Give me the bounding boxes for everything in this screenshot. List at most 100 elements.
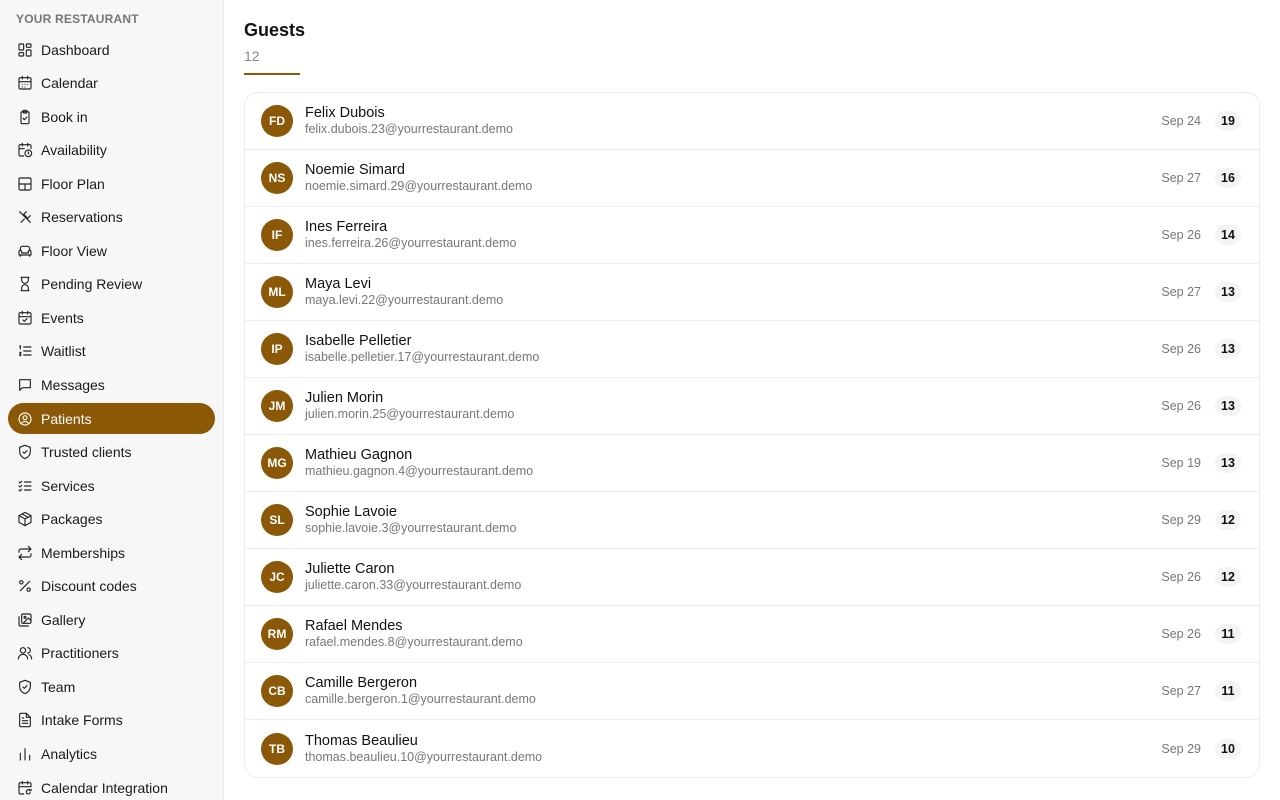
- sidebar-item-discount-codes[interactable]: Discount codes: [8, 571, 215, 602]
- guest-name: Juliette Caron: [305, 561, 395, 577]
- sidebar-item-label: Packages: [41, 511, 103, 528]
- guest-email: julien.morin.25@yourrestaurant.demo: [305, 407, 515, 421]
- layout-icon: [16, 175, 33, 192]
- guest-email: ines.ferreira.26@yourrestaurant.demo: [305, 236, 517, 250]
- guest-row[interactable]: IF Ines Ferreira ines.ferreira.26@yourrest…: [245, 207, 1259, 264]
- calendar-check-icon: [16, 309, 33, 326]
- last-visit-date: Sep 26: [1161, 342, 1201, 356]
- guest-info: Rafael Mendes rafael.mendes.8@yourrestaur…: [305, 618, 1259, 650]
- guest-row[interactable]: RM Rafael Mendes rafael.mendes.8@yourresta…: [245, 606, 1259, 663]
- guest-row[interactable]: IP Isabelle Pelletier isabelle.pelletier.1…: [245, 321, 1259, 378]
- guest-row[interactable]: CB Camille Bergeron camille.bergeron.1@you…: [245, 663, 1259, 720]
- list-ordered-icon: [16, 343, 33, 360]
- sidebar-item-floor-view[interactable]: Floor View: [8, 235, 215, 266]
- user-circle-icon: [16, 410, 33, 427]
- sidebar-item-events[interactable]: Events: [8, 302, 215, 333]
- guest-email: maya.levi.22@yourrestaurant.demo: [305, 293, 504, 307]
- visit-count-badge: 13: [1215, 396, 1241, 416]
- avatar: RM: [261, 618, 293, 650]
- sidebar-item-label: Events: [41, 309, 84, 326]
- avatar: IP: [261, 333, 293, 365]
- sidebar-item-label: Messages: [41, 376, 105, 393]
- guest-info: Ines Ferreira ines.ferreira.26@yourrestau…: [305, 219, 1259, 251]
- guest-row[interactable]: ML Maya Levi maya.levi.22@yourrestaurant.d…: [245, 264, 1259, 321]
- sidebar-item-pending-review[interactable]: Pending Review: [8, 269, 215, 300]
- sidebar-item-label: Analytics: [41, 745, 98, 762]
- sidebar-item-analytics[interactable]: Analytics: [8, 738, 215, 769]
- sidebar-item-label: Calendar Integration: [41, 779, 168, 796]
- guest-count: 12: [244, 48, 260, 64]
- repeat-icon: [16, 544, 33, 561]
- sidebar-item-memberships[interactable]: Memberships: [8, 537, 215, 568]
- sidebar-item-patients[interactable]: Patients: [8, 403, 215, 435]
- last-visit-date: Sep 26: [1161, 399, 1201, 413]
- sidebar-item-calendar[interactable]: Calendar: [8, 68, 215, 99]
- sidebar-item-practitioners[interactable]: Practitioners: [8, 638, 215, 669]
- guest-row[interactable]: NS Noemie Simard noemie.simard.29@yourrest…: [245, 150, 1259, 207]
- guest-name: Maya Levi: [305, 276, 372, 292]
- guest-name: Julien Morin: [305, 390, 384, 406]
- sidebar-item-label: Floor Plan: [41, 175, 105, 192]
- sidebar-item-label: Team: [41, 678, 76, 695]
- brand-label: YOUR RESTAURANT: [16, 12, 139, 26]
- clipboard-icon: [16, 108, 33, 125]
- sidebar-item-label: Pending Review: [41, 276, 143, 293]
- guest-row[interactable]: JM Julien Morin julien.morin.25@yourrestau…: [245, 378, 1259, 435]
- avatar: ML: [261, 276, 293, 308]
- sidebar-item-reservations[interactable]: Reservations: [8, 202, 215, 233]
- avatar: SL: [261, 504, 293, 536]
- calendar-sync-icon: [16, 779, 33, 796]
- last-visit-date: Sep 26: [1161, 627, 1201, 641]
- guest-name: Rafael Mendes: [305, 618, 403, 634]
- guest-email: camille.bergeron.1@yourrestaurant.demo: [305, 692, 536, 706]
- list-checks-icon: [16, 477, 33, 494]
- hourglass-icon: [16, 276, 33, 293]
- sidebar-item-trusted-clients[interactable]: Trusted clients: [8, 437, 215, 468]
- sidebar-item-availability[interactable]: Availability: [8, 135, 215, 166]
- last-visit-date: Sep 29: [1161, 741, 1201, 756]
- sidebar-item-calendar-integration[interactable]: Calendar Integration: [8, 772, 215, 800]
- sidebar-item-label: Dashboard: [41, 41, 110, 58]
- avatar: JM: [261, 390, 293, 422]
- guest-name: Felix Dubois: [305, 105, 385, 121]
- avatar: CB: [261, 675, 293, 707]
- last-visit-date: Sep 27: [1161, 684, 1201, 698]
- guest-row[interactable]: SL Sophie Lavoie sophie.lavoie.3@yourresta…: [245, 492, 1259, 549]
- sidebar-item-gallery[interactable]: Gallery: [8, 604, 215, 635]
- sidebar-item-dashboard[interactable]: Dashboard: [8, 34, 215, 65]
- percent-icon: [16, 578, 33, 595]
- sidebar-item-packages[interactable]: Packages: [8, 504, 215, 535]
- sidebar-item-label: Discount codes: [41, 578, 137, 595]
- guest-info: Isabelle Pelletier isabelle.pelletier.17@…: [305, 333, 1259, 365]
- visit-count-badge: 13: [1215, 453, 1241, 473]
- avatar: IF: [261, 219, 293, 251]
- sidebar-item-team[interactable]: Team: [8, 671, 215, 702]
- sidebar-item-services[interactable]: Services: [8, 470, 215, 501]
- sidebar-item-floor-plan[interactable]: Floor Plan: [8, 168, 215, 199]
- guest-name: Thomas Beaulieu: [305, 732, 418, 749]
- guest-email: rafael.mendes.8@yourrestaurant.demo: [305, 635, 523, 649]
- guest-row[interactable]: TB Thomas Beaulieu thomas.beaulieu.10@your…: [245, 720, 1259, 777]
- guest-info: Juliette Caron juliette.caron.33@yourrest…: [305, 561, 1259, 593]
- guest-name: Isabelle Pelletier: [305, 333, 412, 349]
- sidebar-item-waitlist[interactable]: Waitlist: [8, 336, 215, 367]
- images-icon: [16, 611, 33, 628]
- sidebar-item-intake-forms[interactable]: Intake Forms: [8, 705, 215, 736]
- guest-row[interactable]: JC Juliette Caron juliette.caron.33@yourre…: [245, 549, 1259, 606]
- visit-count-badge: 11: [1215, 624, 1241, 644]
- sidebar-item-book-in[interactable]: Book in: [8, 101, 215, 132]
- visit-count-badge: 10: [1215, 738, 1241, 759]
- sidebar-nav: Dashboard Calendar Book in Availability Floo…: [8, 34, 215, 800]
- guest-info: Sophie Lavoie sophie.lavoie.3@yourrestaur…: [305, 504, 1259, 536]
- sidebar: YOUR RESTAURANT Dashboard Calendar Book in…: [0, 0, 224, 800]
- guest-email: felix.dubois.23@yourrestaurant.demo: [305, 122, 513, 136]
- guest-row[interactable]: MG Mathieu Gagnon mathieu.gagnon.4@yourres…: [245, 435, 1259, 492]
- guest-name: Mathieu Gagnon: [305, 447, 413, 463]
- sidebar-item-messages[interactable]: Messages: [8, 369, 215, 400]
- sidebar-item-label: Book in: [41, 108, 88, 125]
- visit-count-badge: 11: [1215, 681, 1241, 701]
- sidebar-item-label: Memberships: [41, 544, 126, 561]
- guest-email: noemie.simard.29@yourrestaurant.demo: [305, 179, 533, 193]
- guest-row[interactable]: FD Felix Dubois felix.dubois.23@yourrestau…: [245, 93, 1259, 150]
- message-icon: [16, 376, 33, 393]
